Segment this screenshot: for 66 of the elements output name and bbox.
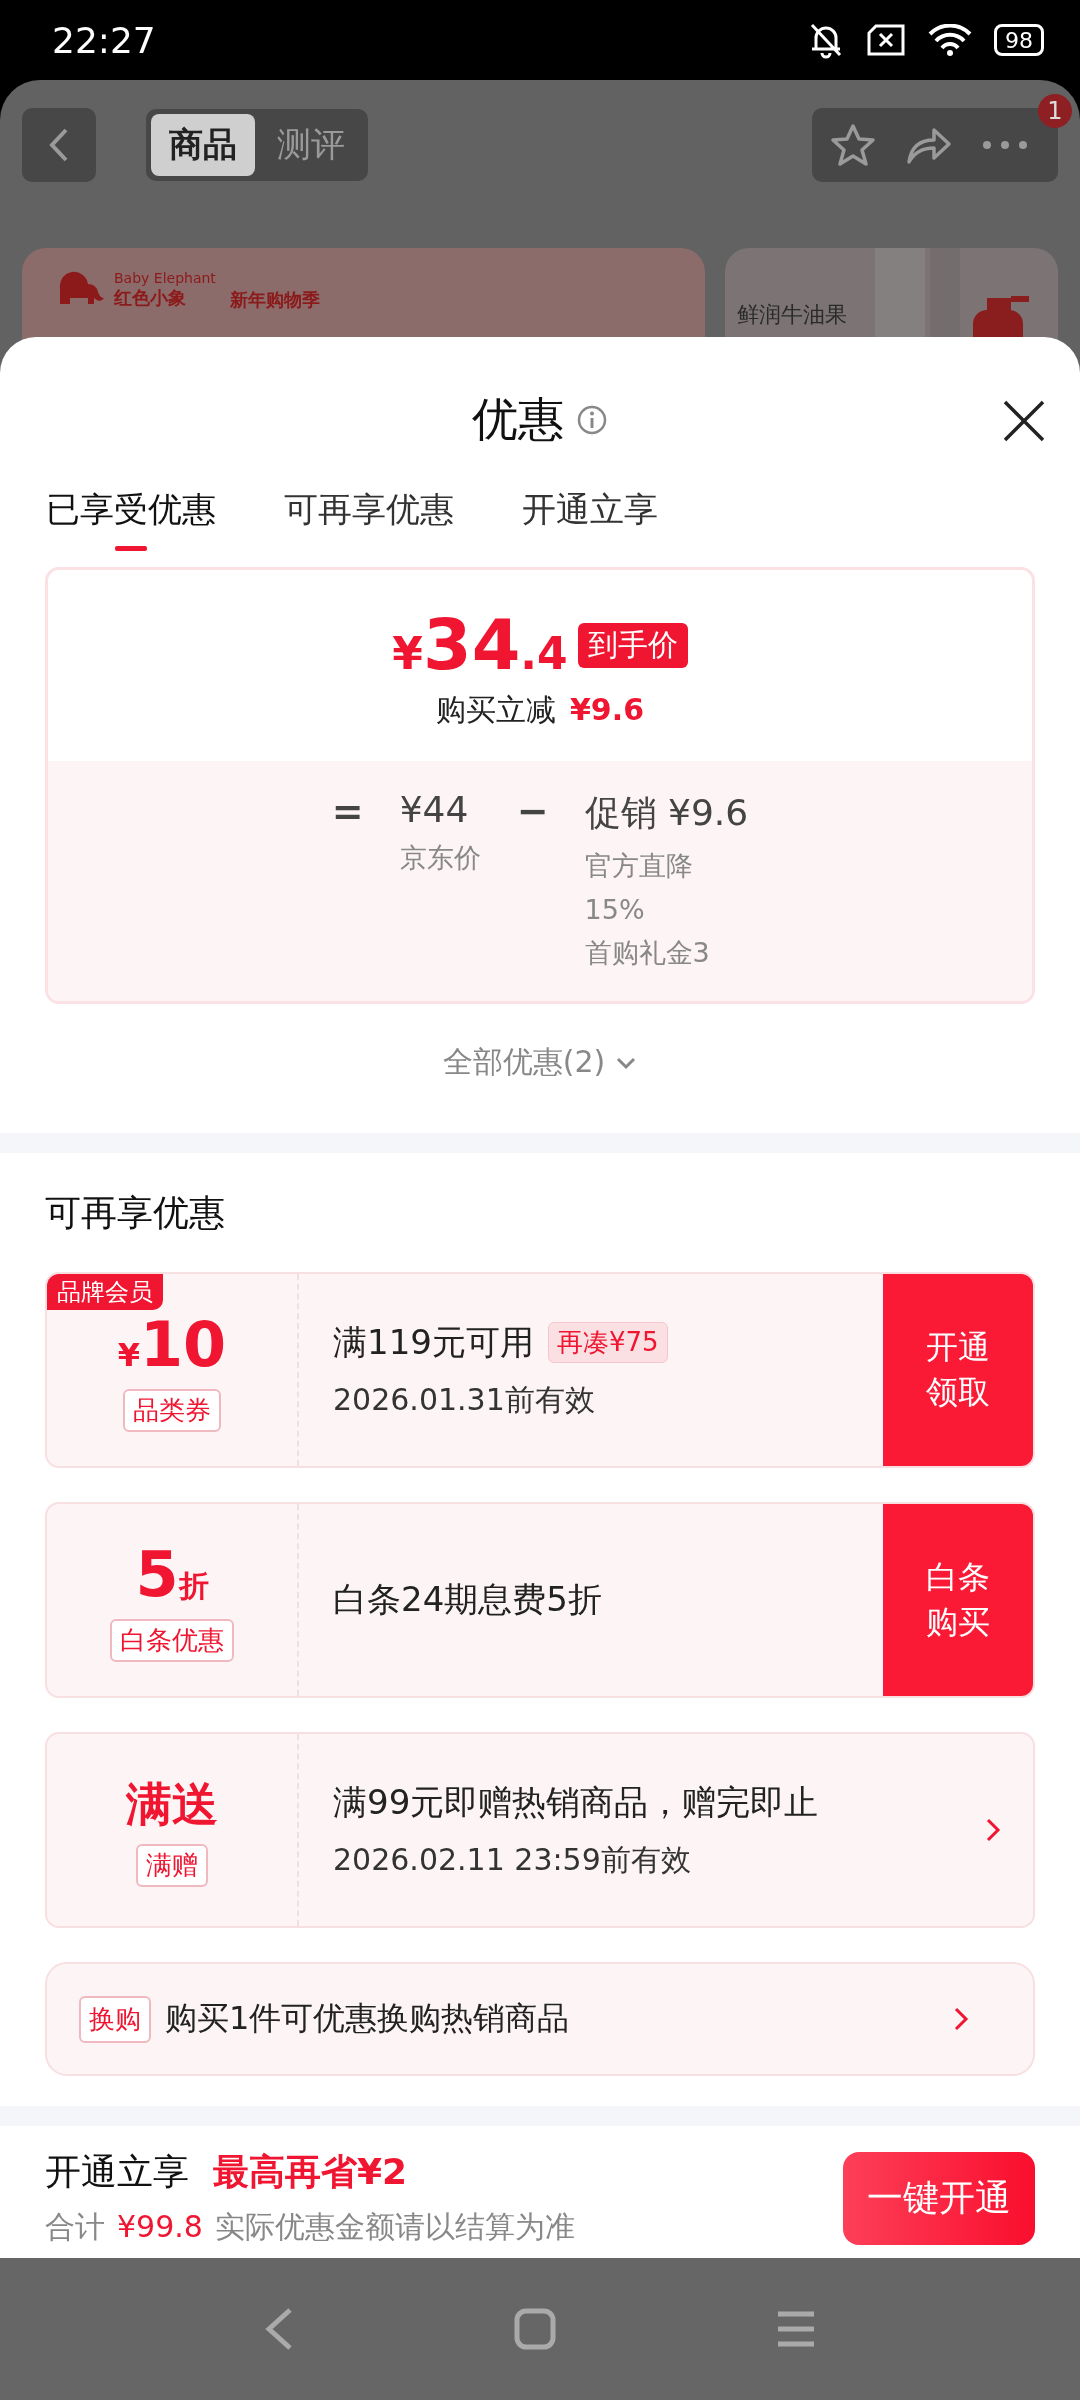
coupon-type: 品类券 [123,1389,221,1432]
price-tag: 到手价 [577,622,688,668]
activate-button[interactable]: 一键开通 [843,2151,1035,2245]
swap-offer-row[interactable]: 换购 购买1件可优惠换购热销商品 [45,1962,1035,2076]
promo-detail: 首购礼金3 [584,936,711,970]
coupon-validity: 2026.02.11 23:59前有效 [333,1840,692,1879]
minus-sign: − [516,789,549,835]
notification-badge: 1 [1038,94,1072,128]
star-icon[interactable] [830,123,876,167]
base-price-label: 京东价 [399,841,481,875]
menu-icon[interactable] [776,2310,816,2348]
promo-detail: 15% [584,894,646,925]
chevron-right-icon[interactable] [985,1817,1001,1843]
offer-tab[interactable]: 已享受优惠 [46,487,216,555]
promo-detail: 官方直降 [584,849,694,883]
share-icon[interactable] [906,125,952,165]
offer-tab[interactable]: 开通立享 [522,487,658,555]
coupon-validity: 2026.01.31前有效 [333,1380,596,1419]
campaign-label: 新年购物季 [229,288,320,312]
chevron-left-icon [48,127,70,163]
coupon-title: 白条24期息费5折 [333,1578,602,1621]
offer-tab[interactable]: 可再享优惠 [284,487,454,555]
brand-name: 红色小象 [114,286,187,310]
back-button[interactable] [22,108,96,182]
swap-offer-text: 购买1件可优惠换购热销商品 [165,1998,571,2039]
more-icon[interactable] [982,140,1028,150]
sheet-title: 优惠 [472,391,564,448]
total-note: 实际优惠金额请以结算为准 [214,2208,575,2246]
info-icon[interactable] [576,404,608,436]
coupon-action-button[interactable]: 白条购买 [883,1504,1033,1696]
base-price: ¥44 [399,789,470,830]
promo-amount: 促销 ¥9.6 [584,791,749,835]
page-tab[interactable]: 商品 [151,114,255,176]
equals-sign: = [331,789,364,835]
coupon-title: 满99元即赠热销商品，赠完即止 [333,1780,819,1824]
coupon-type: 满赠 [136,1843,208,1887]
final-price: ¥34.4 [392,604,568,686]
product-title: 鲜润牛油果 [737,301,847,329]
max-saving: 最高再省¥2 [213,2150,408,2194]
swap-tag: 换购 [79,1995,151,2043]
coupon-type: 白条优惠 [110,1619,234,1662]
chevron-right-icon[interactable] [953,2006,969,2032]
coupon-value: 5折 [135,1538,209,1611]
chevron-down-icon [615,1055,638,1070]
brand-name: Baby Elephant [114,270,216,286]
footer-title: 开通立享 [45,2150,189,2194]
section-title: 可再享优惠 [45,1191,226,1235]
coupon-value: ¥10 [117,1308,227,1381]
battery-level: 98 [994,24,1044,56]
all-offers-link[interactable]: 全部优惠(2) [438,1038,642,1087]
coupon-value: 满送 [126,1775,218,1833]
total-value: ¥99.8 [117,2209,203,2244]
total-label: 合计 [45,2208,105,2246]
coupon-hint: 再凑¥75 [547,1322,668,1363]
member-tag: 品牌会员 [47,1274,163,1310]
status-time: 22:27 [52,19,156,61]
sim-error-icon [866,24,906,56]
home-icon[interactable] [514,2308,556,2350]
reduction-label: 购买立减 [436,691,556,729]
page-tab[interactable]: 测评 [259,114,363,176]
back-icon[interactable] [264,2307,294,2351]
wifi-icon [928,24,972,56]
reduction-value: ¥9.6 [570,692,644,727]
bell-off-icon [808,21,844,59]
coupon-action-button[interactable]: 开通领取 [883,1274,1033,1466]
coupon-title: 满119元可用 [333,1320,534,1364]
